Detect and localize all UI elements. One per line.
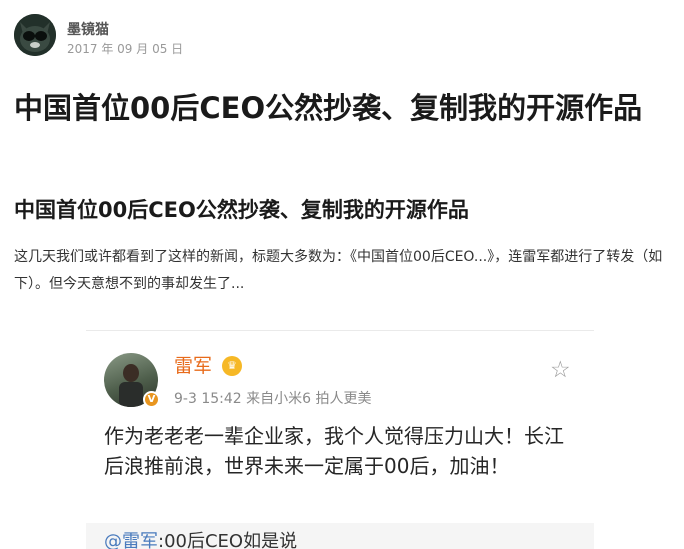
article-subtitle: 中国首位00后CEO公然抄袭、复制我的开源作品: [14, 198, 469, 222]
article-intro: 这几天我们或许都看到了这样的新闻，标题大多数为：《中国首位00后CEO...》，…: [14, 249, 663, 292]
cat-sunglasses-icon: [14, 14, 56, 56]
weibo-repost-box: @雷军:00后CEO如是说: [86, 523, 594, 549]
crown-icon: ♛: [222, 356, 242, 376]
weibo-post-text: 作为老老老一辈企业家，我个人觉得压力山大！长江后浪推前浪，世界未来一定属于00后…: [104, 424, 564, 478]
verified-badge-icon: V: [143, 391, 160, 408]
star-icon: ☆: [550, 357, 571, 383]
article-title: 中国首位00后CEO公然抄袭、复制我的开源作品: [14, 91, 643, 125]
weibo-screenshot: V 雷军 ♛ 9-3 15:42 来自小米6 拍人更美 ☆ 作为老老老一辈企业家…: [86, 330, 594, 549]
repost-text: :00后CEO如是说: [158, 531, 298, 549]
author-name[interactable]: 墨镜猫: [67, 22, 183, 38]
author-row: 墨镜猫 2017 年 09 月 05 日: [14, 14, 183, 56]
author-avatar[interactable]: [14, 14, 56, 56]
weibo-meta: 9-3 15:42 来自小米6 拍人更美: [174, 391, 372, 407]
weibo-user-name: 雷军: [174, 355, 213, 377]
repost-user: @雷军: [104, 531, 158, 549]
repost-line: @雷军:00后CEO如是说: [104, 531, 297, 549]
post-date: 2017 年 09 月 05 日: [67, 42, 184, 56]
author-meta: 墨镜猫 2017 年 09 月 05 日: [67, 22, 183, 56]
